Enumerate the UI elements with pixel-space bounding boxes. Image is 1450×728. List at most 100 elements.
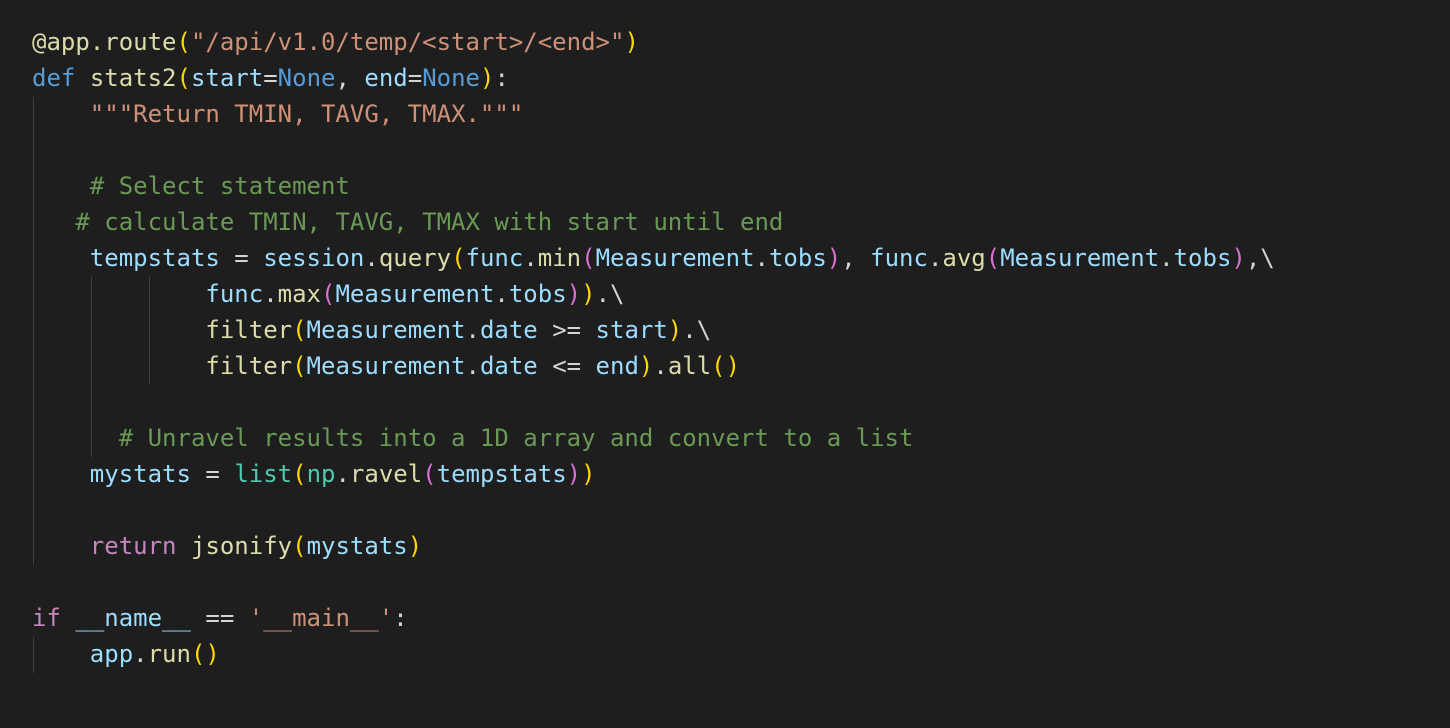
code-token: date <box>479 316 538 344</box>
code-token: tobs <box>1173 244 1232 272</box>
code-token: @app.route <box>32 28 177 56</box>
code-editor[interactable]: @app.route("/api/v1.0/temp/<start>/<end>… <box>0 0 1450 728</box>
code-token: : <box>393 604 408 632</box>
code-token: . <box>494 280 509 308</box>
code-token: . <box>335 460 350 488</box>
code-token: () <box>190 640 220 668</box>
code-token: ) <box>566 460 582 488</box>
code-token: , <box>335 64 365 92</box>
code-token: start <box>595 316 668 344</box>
code-token: . <box>133 640 148 668</box>
code-token: = <box>190 460 235 488</box>
code-token: filter <box>205 316 293 344</box>
code-token: >= <box>537 316 596 344</box>
code-token: ( <box>451 244 466 272</box>
code-token: tobs <box>768 244 827 272</box>
code-token: tempstats <box>89 244 220 272</box>
code-line-18[interactable]: app.run() <box>32 636 220 672</box>
code-token: ( <box>985 244 1001 272</box>
code-token: return <box>89 532 177 560</box>
code-token: ( <box>176 28 191 56</box>
code-token: def <box>32 64 76 92</box>
code-token: mystats <box>306 532 408 560</box>
code-token: = <box>407 64 423 92</box>
code-token: """Return TMIN, TAVG, TMAX.""" <box>89 100 524 128</box>
code-token: # Select statement <box>89 172 350 200</box>
code-token: jsonify <box>190 532 293 560</box>
code-token: ) <box>638 352 654 380</box>
code-line-6[interactable]: # calculate TMIN, TAVG, TMAX with start … <box>32 204 783 240</box>
code-line-5[interactable]: # Select statement <box>32 168 350 204</box>
code-token: query <box>378 244 452 272</box>
code-token: func <box>465 244 524 272</box>
code-token: ) <box>479 64 495 92</box>
code-token: : <box>494 64 509 92</box>
code-token: filter <box>205 352 293 380</box>
code-token: . <box>523 244 538 272</box>
code-token: .\ <box>682 316 712 344</box>
code-token: '__main__' <box>248 604 394 632</box>
code-token: list <box>234 460 293 488</box>
code-line-3[interactable]: """Return TMIN, TAVG, TMAX.""" <box>32 96 523 132</box>
code-token: tobs <box>508 280 567 308</box>
code-token: ) <box>1231 244 1246 272</box>
code-token: stats2 <box>89 64 177 92</box>
code-token: avg <box>942 244 986 272</box>
code-token: . <box>263 280 278 308</box>
code-line-17[interactable]: if __name__ == '__main__': <box>32 600 408 636</box>
code-token: , <box>841 244 871 272</box>
code-token: = <box>263 64 278 92</box>
code-token: () <box>711 352 741 380</box>
code-token: . <box>653 352 668 380</box>
code-token: max <box>277 280 321 308</box>
code-token: = <box>219 244 264 272</box>
code-line-13[interactable]: mystats = list(np.ravel(tempstats)) <box>32 456 596 492</box>
code-token: # Unravel results into a 1D array and co… <box>118 424 914 452</box>
code-line-8[interactable]: func.max(Measurement.tobs)).\ <box>32 276 624 312</box>
code-token: "/api/v1.0/temp/<start>/<end>" <box>190 28 625 56</box>
code-line-2[interactable]: def stats2(start=None, end=None): <box>32 60 509 96</box>
code-token: ( <box>292 352 307 380</box>
code-token: date <box>479 352 538 380</box>
code-token: ( <box>292 316 307 344</box>
code-token: ) <box>407 532 423 560</box>
code-token: Measurement <box>306 352 466 380</box>
code-token: Measurement <box>306 316 466 344</box>
code-token: ) <box>826 244 842 272</box>
code-token: Measurement <box>595 244 755 272</box>
code-token: . <box>364 244 379 272</box>
code-line-7[interactable]: tempstats = session.query(func.min(Measu… <box>32 240 1275 276</box>
code-token: __name__ <box>75 604 191 632</box>
code-token: ) <box>667 316 683 344</box>
code-token: func <box>205 280 264 308</box>
code-token: ( <box>292 532 307 560</box>
code-line-10[interactable]: filter(Measurement.date <= end).all() <box>32 348 740 384</box>
code-line-15[interactable]: return jsonify(mystats) <box>32 528 422 564</box>
code-token: ) <box>624 28 639 56</box>
code-token: np <box>306 460 336 488</box>
code-token: app <box>89 640 134 668</box>
code-token: end <box>364 64 408 92</box>
code-token: ( <box>422 460 437 488</box>
code-token: ) <box>581 460 596 488</box>
code-token: ( <box>292 460 307 488</box>
code-token: ravel <box>349 460 423 488</box>
code-line-12[interactable]: # Unravel results into a 1D array and co… <box>32 420 914 456</box>
code-token: end <box>595 352 639 380</box>
code-line-9[interactable]: filter(Measurement.date >= start).\ <box>32 312 711 348</box>
code-line-1[interactable]: @app.route("/api/v1.0/temp/<start>/<end>… <box>32 24 639 60</box>
code-token: <= <box>537 352 596 380</box>
